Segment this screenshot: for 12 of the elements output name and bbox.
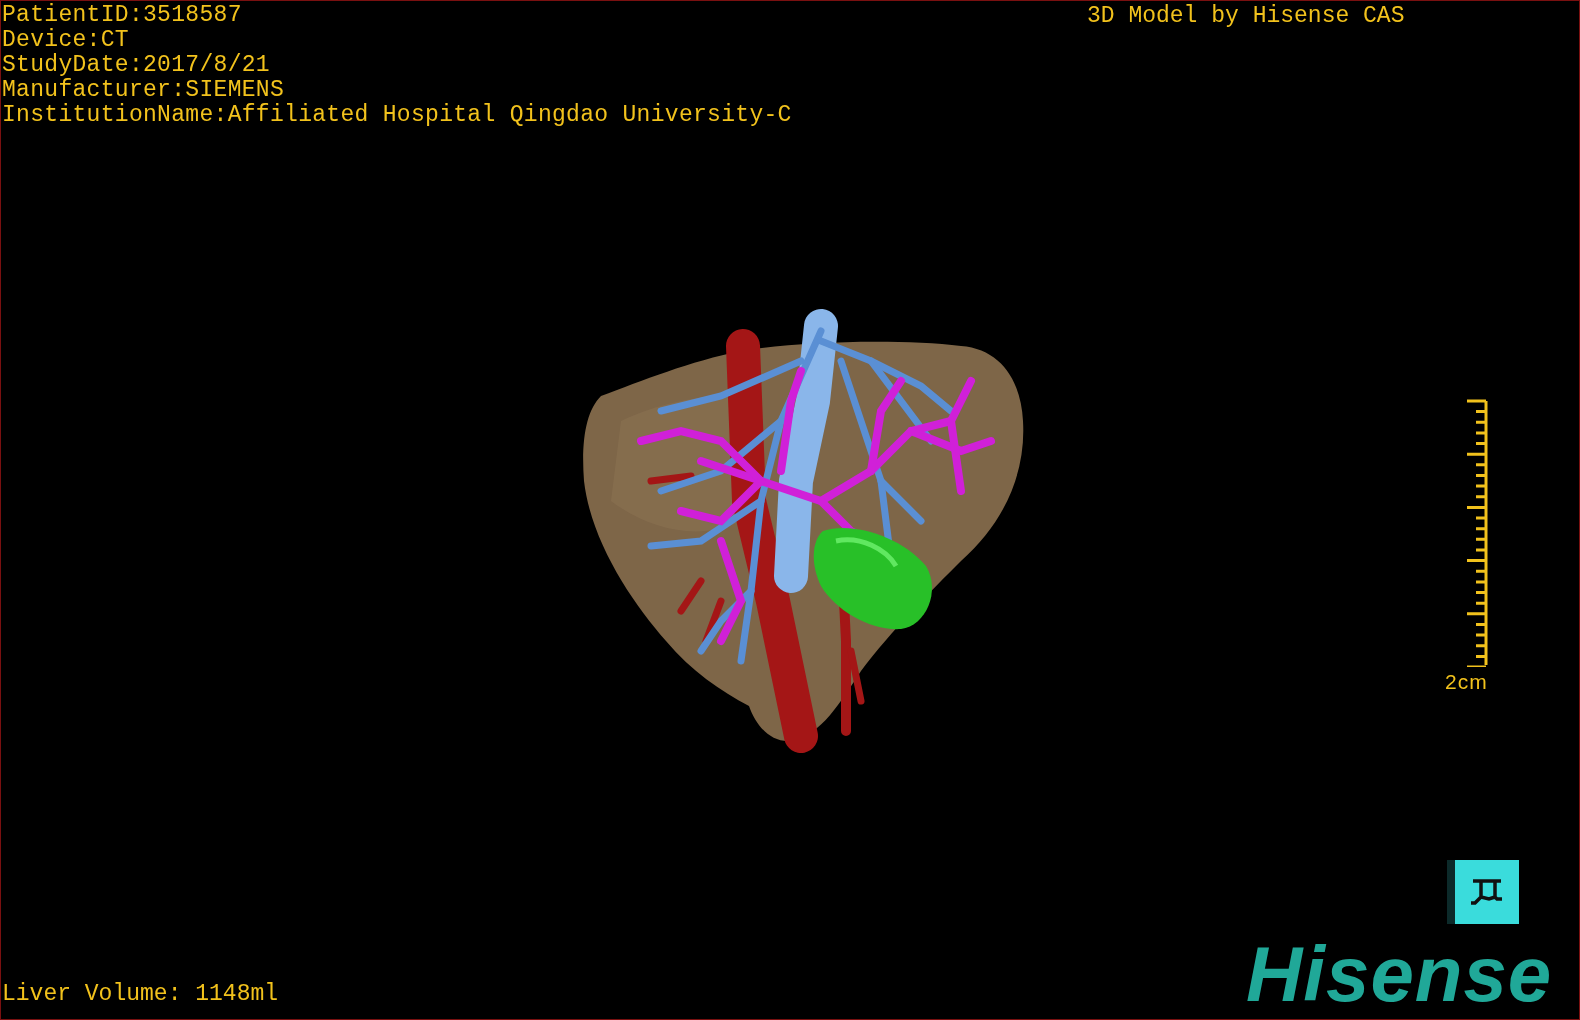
liver-volume-text: Liver Volume: 1148ml	[2, 982, 279, 1007]
view-toggle-button[interactable]	[1447, 860, 1519, 924]
caption-text: 3D Model by Hisense CAS	[1087, 4, 1405, 29]
info-line: StudyDate:2017/8/21	[2, 53, 271, 78]
scale-bar-icon	[1465, 399, 1488, 667]
brand-logo: Hisense	[1246, 934, 1553, 1014]
info-line: InstitutionName:Affiliated Hospital Qingdao University-C	[2, 103, 792, 128]
scale-label: 2cm	[1445, 671, 1488, 693]
glyph-icon	[1469, 877, 1505, 907]
info-line: PatientID:3518587	[2, 3, 243, 28]
info-line: Manufacturer:SIEMENS	[2, 78, 286, 103]
info-line: Device:CT	[2, 28, 130, 53]
